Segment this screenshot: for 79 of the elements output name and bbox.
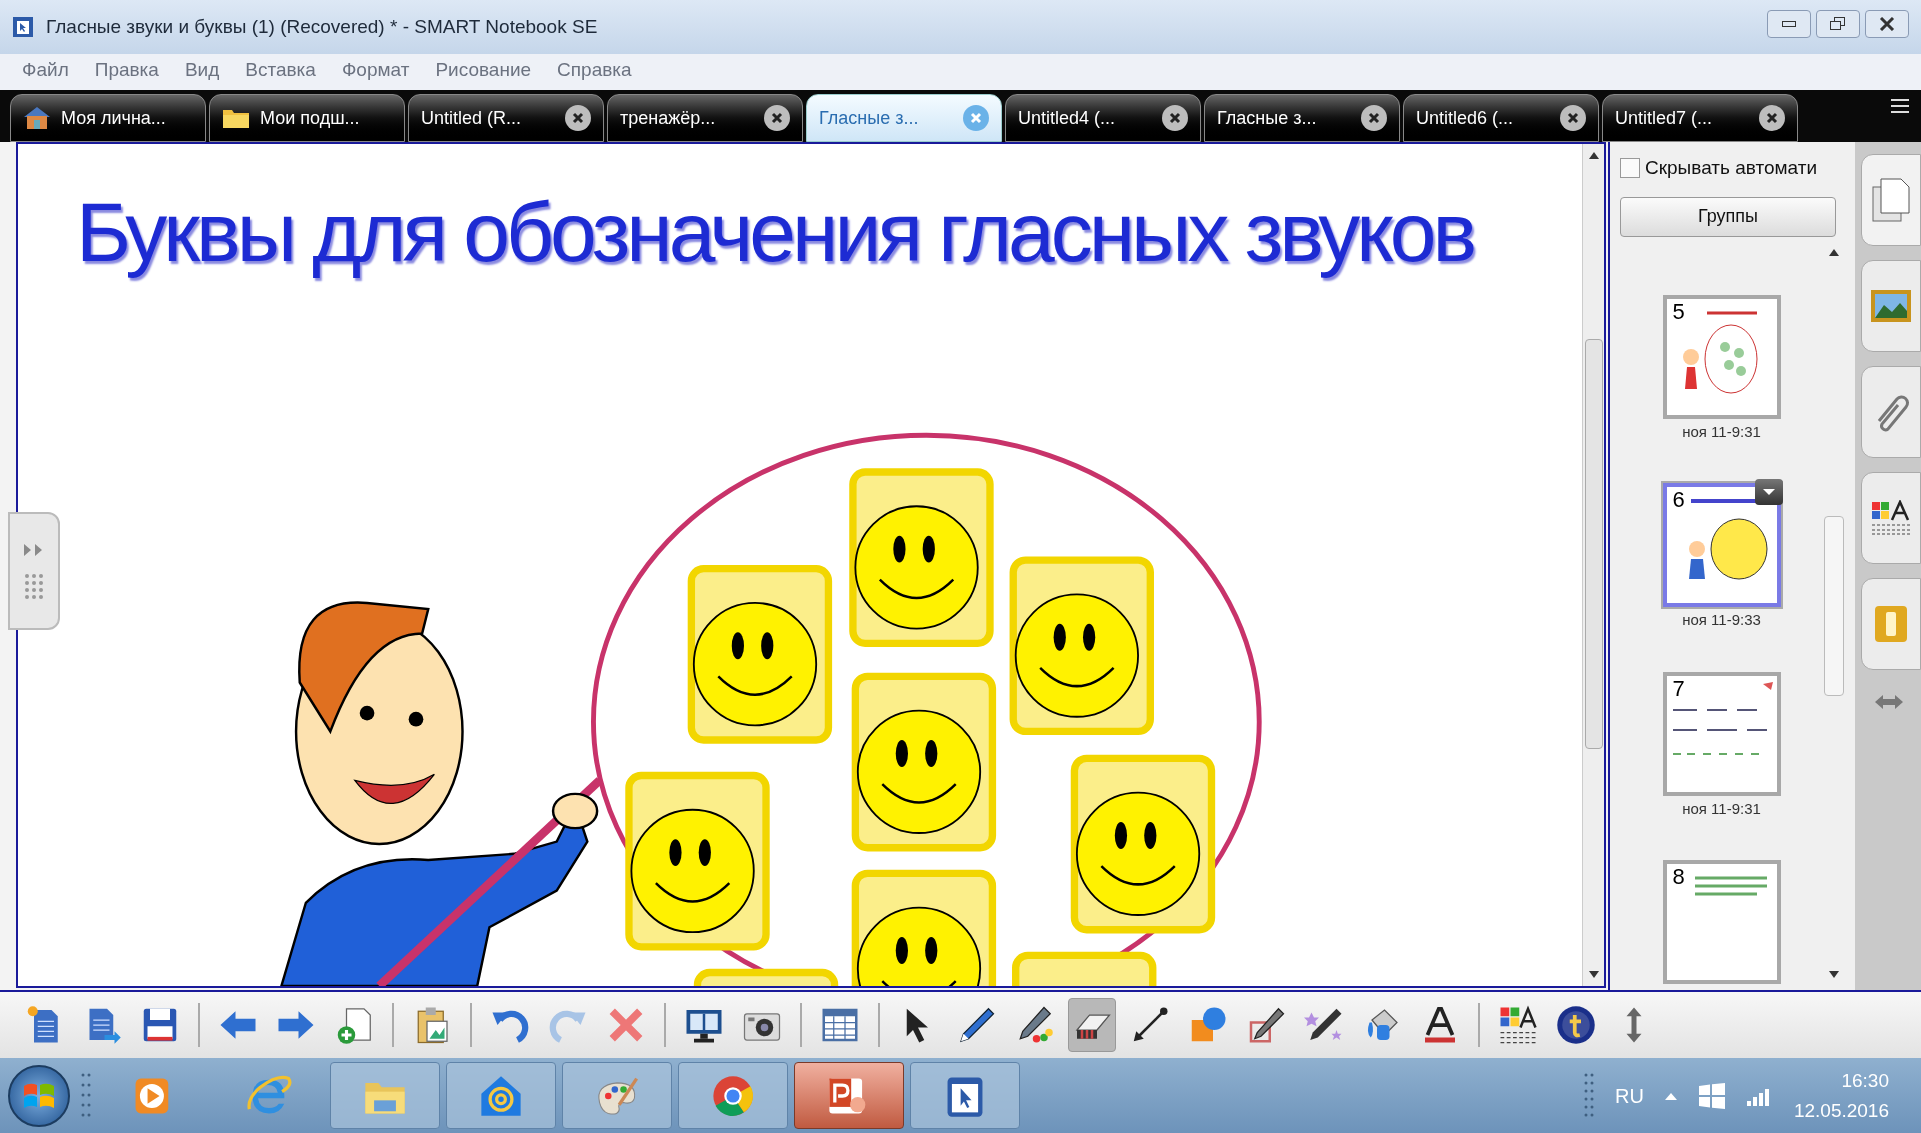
- close-tab-button[interactable]: [1162, 105, 1188, 131]
- menu-item[interactable]: Файл: [22, 55, 69, 85]
- properties-icon: [1870, 500, 1912, 536]
- close-icon: [1879, 17, 1895, 31]
- gallery-tab[interactable]: [1861, 260, 1921, 352]
- scroll-down-icon[interactable]: [1829, 971, 1839, 978]
- scroll-up-icon[interactable]: [1829, 248, 1839, 256]
- taskbar-button[interactable]: [794, 1062, 904, 1129]
- tab[interactable]: Untitled (R...: [408, 94, 604, 142]
- windows-flag-icon[interactable]: [1697, 1082, 1726, 1109]
- house-icon: [23, 106, 51, 130]
- close-icon: [771, 112, 783, 124]
- page-number: 6: [1672, 489, 1685, 511]
- tab[interactable]: Мои подш...: [209, 94, 405, 142]
- tab[interactable]: тренажёр...: [607, 94, 803, 142]
- page-number: 5: [1672, 300, 1685, 323]
- menu-item[interactable]: Рисование: [435, 55, 532, 85]
- page-number: 7: [1672, 677, 1685, 700]
- close-icon: [1169, 112, 1181, 124]
- window-title: Гласные звуки и буквы (1) (Recovered) * - SMART Notebook SE: [46, 14, 598, 39]
- menu-item[interactable]: Правка: [94, 55, 159, 85]
- dropdown-arrow-icon: [1761, 488, 1776, 496]
- tab[interactable]: Моя лична...: [10, 94, 206, 142]
- remote-icon: [1873, 604, 1909, 644]
- page-date: ноя 11-9:31: [1682, 798, 1761, 819]
- close-button[interactable]: [1865, 10, 1909, 38]
- restore-icon: [1830, 17, 1846, 31]
- close-icon: [970, 112, 982, 124]
- menu-item[interactable]: Справка: [557, 55, 632, 85]
- page-number: 8: [1672, 866, 1685, 888]
- close-icon: [1567, 112, 1579, 124]
- page-date: ноя 11-9:33: [1682, 610, 1761, 630]
- scroll-down-icon[interactable]: [1588, 971, 1599, 978]
- pages-icon: [1871, 177, 1911, 223]
- scroll-up-icon[interactable]: [1588, 152, 1599, 159]
- close-icon: [1766, 112, 1778, 124]
- close-tab-button[interactable]: [1361, 105, 1387, 131]
- toolbar-button[interactable]: [1068, 998, 1116, 1052]
- tab[interactable]: Untitled7 (...: [1602, 94, 1798, 142]
- page-thumbnail[interactable]: 5: [1662, 294, 1781, 419]
- restore-button[interactable]: [1816, 10, 1860, 38]
- menu-item[interactable]: Вставка: [245, 55, 316, 85]
- close-icon: [572, 112, 584, 124]
- menu-icon[interactable]: [1889, 98, 1911, 114]
- properties-tab[interactable]: [1861, 472, 1921, 564]
- picture-icon: [1870, 289, 1912, 323]
- resize-arrows-icon[interactable]: [1875, 694, 1903, 710]
- slide-title: Буквы для обозначения гласных звуков: [76, 184, 1474, 281]
- menu-item[interactable]: Вид: [184, 55, 220, 85]
- tab[interactable]: Гласные з...: [806, 94, 1002, 142]
- page-menu-button[interactable]: [1754, 479, 1783, 505]
- minimize-button[interactable]: [1767, 10, 1811, 38]
- attachments-tab[interactable]: [1861, 366, 1921, 458]
- page-date: ноя 11-9:31: [1682, 421, 1761, 442]
- app-icon: [12, 16, 34, 38]
- vertical-scrollbar[interactable]: [1582, 144, 1604, 986]
- properties-icon: [1498, 1005, 1538, 1045]
- menu-item[interactable]: Формат: [341, 55, 410, 85]
- close-icon: [1368, 112, 1380, 124]
- sidebar-handle[interactable]: [8, 512, 60, 630]
- tab[interactable]: Untitled4 (...: [1005, 94, 1201, 142]
- minimize-icon: [1782, 21, 1796, 27]
- checkbox-label: Скрывать автомати: [1645, 156, 1817, 180]
- close-tab-button[interactable]: [764, 105, 790, 131]
- scrollbar-thumb[interactable]: [1824, 515, 1844, 696]
- tab[interactable]: Untitled6 (...: [1403, 94, 1599, 142]
- scrollbar-thumb[interactable]: [1584, 339, 1603, 749]
- close-tab-button[interactable]: [1759, 105, 1785, 131]
- tab[interactable]: Гласные з...: [1204, 94, 1400, 142]
- page-thumbnail[interactable]: 8: [1662, 860, 1781, 984]
- taskbar-button[interactable]: [910, 1062, 1020, 1129]
- letter-t-circle-icon: [1556, 1005, 1596, 1045]
- groups-button[interactable]: Группы: [1620, 196, 1836, 237]
- close-tab-button[interactable]: [565, 105, 591, 131]
- checkbox[interactable]: [1620, 158, 1640, 179]
- page-thumbnail[interactable]: 7: [1662, 671, 1781, 796]
- close-tab-button[interactable]: [1560, 105, 1586, 131]
- folder-icon: [222, 107, 250, 129]
- grip-icon: [24, 573, 44, 599]
